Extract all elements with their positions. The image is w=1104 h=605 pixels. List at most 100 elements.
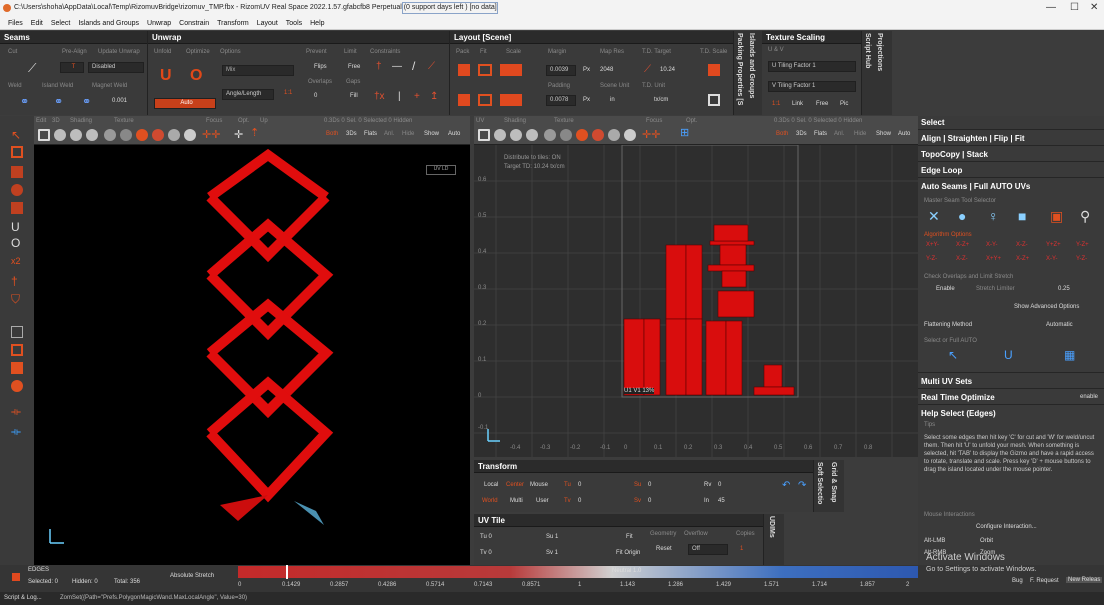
axis-1-3[interactable]: X-Y- [986,242,997,248]
reset-button[interactable]: Reset [656,546,672,552]
rotate-ccw-icon[interactable]: ↶ [782,480,790,491]
show-advanced-button[interactable]: Show Advanced Options [1014,304,1079,310]
texture-ball-6[interactable] [184,129,196,141]
diagonal-icon[interactable]: / [412,59,415,73]
x2-icon[interactable]: x2 [11,256,23,268]
rv-value[interactable]: 0 [718,482,721,488]
scale2-icon[interactable] [500,94,522,106]
su-value[interactable]: 0 [648,482,651,488]
constraint-i-icon[interactable]: | [398,91,401,102]
constraint-y-icon[interactable]: ↥ [430,91,438,102]
flips-option[interactable]: Flips [314,64,327,70]
sym-icon[interactable]: ⟛ [11,406,23,418]
uv-texture-ball-4[interactable] [592,129,604,141]
tab-soft-selection[interactable]: Soft Selectio [816,462,823,504]
uvtile-sv[interactable]: Sv 1 [546,550,558,556]
padding-field[interactable]: 0.0078 [546,95,576,106]
anl-button[interactable]: Anl. [384,131,394,137]
menu-tools[interactable]: Tools [286,17,302,30]
show-button[interactable]: Show [424,131,439,137]
seam-tool-2-icon[interactable]: ● [958,208,966,224]
mix-field[interactable]: Mix [222,65,294,76]
axis-2-6[interactable]: Y-Z- [1076,256,1087,262]
island-weld-icon[interactable]: ⚭ [54,95,63,108]
axis-1-2[interactable]: X-Z+ [956,242,969,248]
menu-constrain[interactable]: Constrain [179,17,209,30]
free-button[interactable]: Free [816,101,828,107]
local-button[interactable]: Local [484,482,498,488]
v-tiling-field[interactable]: V Tiling Factor 1 [768,81,856,92]
menu-layout[interactable]: Layout [257,17,278,30]
line-icon[interactable]: — [392,61,402,72]
rto-section[interactable]: Real Time Optimize [921,393,995,402]
auto-view-button[interactable]: Auto [448,131,460,137]
edge-loop-section[interactable]: Edge Loop [921,166,962,175]
seam-tool-4-icon[interactable]: ■ [1018,208,1026,224]
magnet-weld-icon[interactable]: ⚭ [82,95,91,108]
world-button[interactable]: World [482,498,498,504]
seam-tool-5-icon[interactable]: ▣ [1050,208,1063,225]
pic-button[interactable]: Pic [840,101,848,107]
tab-grid-snap[interactable]: Grid & Snap [830,462,837,502]
auto-pack-icon[interactable]: ▦ [1064,348,1075,362]
menu-select[interactable]: Select [51,17,70,30]
uv-texture-ball-3[interactable] [576,129,588,141]
align-section[interactable]: Align | Straighten | Flip | Fit [921,134,1025,143]
texture-ball-2[interactable] [120,129,132,141]
command-line[interactable]: ZomSet({Path="Prefs.PolygonMagicWand.Max… [60,595,247,601]
tab-packing-properties[interactable]: Packing Properties [S [736,33,743,105]
copies-value[interactable]: 1 [740,546,743,552]
view-cube[interactable]: UV LD [426,165,456,175]
uv-3ds-button[interactable]: 3Ds [796,131,807,137]
menu-transform[interactable]: Transform [217,17,249,30]
pack-icon[interactable] [458,64,470,76]
td-scale-icon[interactable] [708,64,720,76]
sphere-select-icon[interactable] [11,184,23,196]
shade-ball-2[interactable] [70,129,82,141]
uv-show-button[interactable]: Show [876,131,891,137]
margin-unit[interactable]: Px [583,67,590,73]
seam-tool-6-icon[interactable]: ⚲ [1080,208,1090,225]
uv-anl-button[interactable]: Anl. [834,131,844,137]
prim-square-icon[interactable] [11,326,23,338]
seam-tool-3-icon[interactable]: ♀ [988,208,999,224]
auto-seams-section[interactable]: Auto Seams | Full AUTO UVs [921,182,1030,191]
pin-icon[interactable]: † [376,61,382,72]
td-pick-icon[interactable]: ⟋ [644,64,651,75]
optimize-icon[interactable]: O [190,67,202,85]
unfold-tool-icon[interactable]: U [11,220,23,234]
rotate-cw-icon[interactable]: ↷ [798,480,806,491]
map-res-value[interactable]: 2048 [600,67,613,73]
menu-edit[interactable]: Edit [31,17,43,30]
update-dropdown[interactable]: Disabled [88,62,144,73]
uv-flats-button[interactable]: Flats [814,131,827,137]
user-button[interactable]: User [536,498,549,504]
td-unit-icon[interactable] [708,94,720,106]
uv-opt-icon[interactable]: ⊞ [680,126,689,139]
lasso-icon[interactable] [11,166,23,178]
center-button[interactable]: Center [506,482,524,488]
td-target-value[interactable]: 10.24 [660,67,675,73]
constraint-x-icon[interactable]: †x [374,91,385,102]
uvtile-su[interactable]: Su 1 [546,534,558,540]
uv-focus-cross-icon[interactable]: ✛✛ [642,128,660,141]
axis-1-1[interactable]: X+Y- [926,242,939,248]
curve-icon[interactable]: ⟋ [428,61,435,72]
uv-texture-ball-5[interactable] [608,129,620,141]
margin-field[interactable]: 0.0039 [546,65,576,76]
pin-tool-icon[interactable]: † [11,274,23,288]
cut-icon[interactable]: ⟋ [28,61,36,76]
axis-1-6[interactable]: Y-Z+ [1076,242,1089,248]
ratio-button[interactable]: 1:1 [284,90,292,96]
topocopy-section[interactable]: TopoCopy | Stack [921,150,988,159]
edges-mode-icon[interactable] [12,573,20,581]
optimize-tool-icon[interactable]: O [11,236,23,250]
flats-button[interactable]: Flats [364,131,377,137]
overlaps-value[interactable]: 0 [314,93,317,99]
close-button[interactable]: ✕ [1090,2,1098,13]
feature-request-button[interactable]: F. Request [1030,578,1059,584]
axis-2-4[interactable]: X-Z+ [1016,256,1029,262]
uv-frame-icon[interactable] [478,129,490,141]
select-section[interactable]: Select [921,118,945,127]
in-value[interactable]: 45 [718,498,725,504]
